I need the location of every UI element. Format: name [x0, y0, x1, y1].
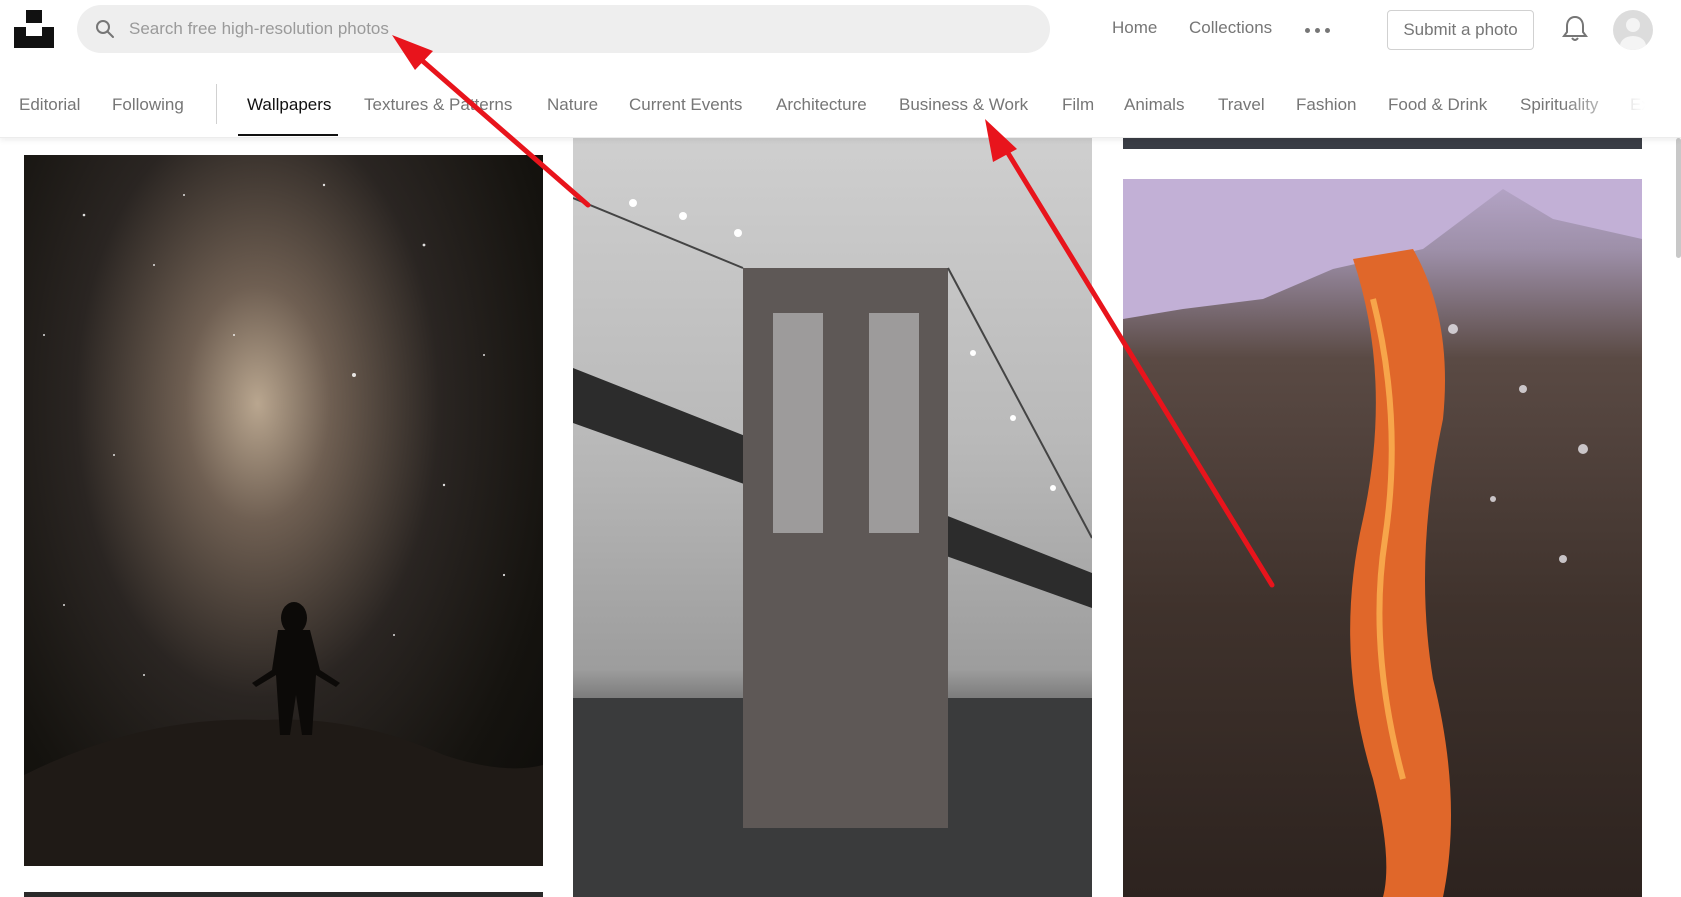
top-header: Home Collections Submit a photo: [0, 0, 1681, 62]
category-editorial[interactable]: Editorial: [19, 95, 80, 115]
category-food-drink[interactable]: Food & Drink: [1388, 95, 1487, 115]
category-animals[interactable]: Animals: [1124, 95, 1184, 115]
category-following[interactable]: Following: [112, 95, 184, 115]
page-scrollbar[interactable]: [1676, 138, 1681, 258]
category-spirituality[interactable]: Spirituality: [1520, 95, 1598, 115]
milky-way-silhouette-photo[interactable]: [24, 155, 543, 866]
more-dots-icon[interactable]: [1304, 20, 1332, 40]
category-current-events[interactable]: Current Events: [629, 95, 742, 115]
search-input[interactable]: [129, 11, 1029, 47]
firefall-cliff-photo[interactable]: [1123, 179, 1642, 897]
category-textures-patterns[interactable]: Textures & Patterns: [364, 95, 512, 115]
category-wallpapers[interactable]: Wallpapers: [247, 95, 331, 115]
category-experimental[interactable]: Expe: [1630, 95, 1669, 115]
bell-icon[interactable]: [1562, 14, 1588, 42]
active-category-underline: [238, 134, 338, 136]
nav-home-link[interactable]: Home: [1112, 18, 1157, 38]
category-travel[interactable]: Travel: [1218, 95, 1265, 115]
category-film[interactable]: Film: [1062, 95, 1094, 115]
partial-photo-bottom[interactable]: [24, 892, 543, 897]
unsplash-logo-icon[interactable]: [14, 10, 54, 48]
category-architecture[interactable]: Architecture: [776, 95, 867, 115]
partial-photo-top[interactable]: [1123, 138, 1642, 149]
nav-collections-link[interactable]: Collections: [1189, 18, 1272, 38]
category-nature[interactable]: Nature: [547, 95, 598, 115]
search-icon[interactable]: [95, 19, 115, 39]
category-fashion[interactable]: Fashion: [1296, 95, 1356, 115]
user-avatar-icon[interactable]: [1613, 10, 1653, 50]
submit-photo-button[interactable]: Submit a photo: [1387, 10, 1534, 50]
foggy-bridge-photo[interactable]: [573, 138, 1092, 897]
category-business-work[interactable]: Business & Work: [899, 95, 1028, 115]
category-bar: Editorial Following Wallpapers Textures …: [0, 62, 1681, 138]
category-divider: [216, 84, 217, 124]
search-bar[interactable]: [77, 5, 1050, 53]
